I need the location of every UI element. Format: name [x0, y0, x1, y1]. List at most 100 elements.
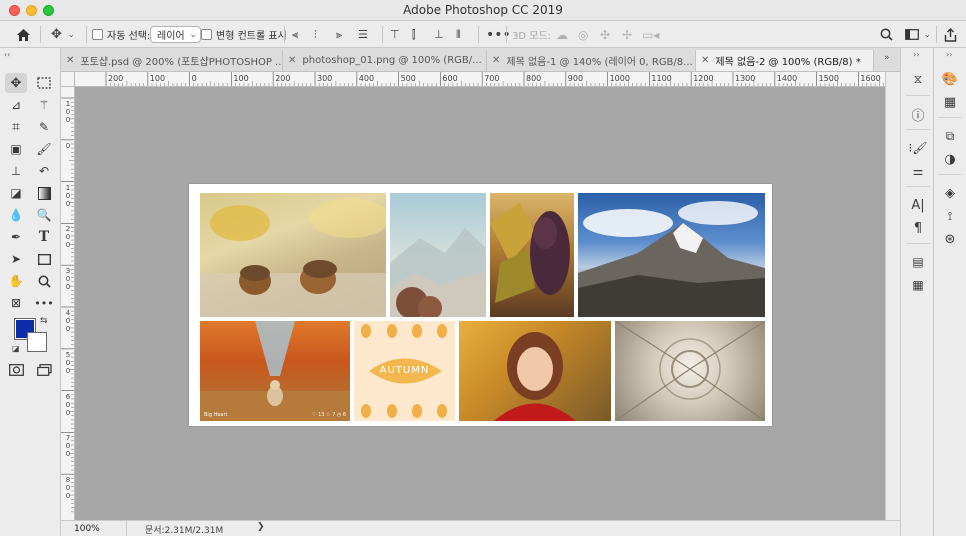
auto-select-target-dropdown[interactable]: 레이어 ⌄: [150, 26, 202, 43]
layers-panel-button[interactable]: ◈: [939, 184, 961, 202]
horizontal-ruler[interactable]: 200 100 0 100 200 300 400 500 600 700 800 900 1000 11…: [75, 72, 885, 87]
3d-orbit-button[interactable]: ☁: [556, 21, 568, 48]
zoom-tool[interactable]: [33, 271, 55, 291]
paths-panel-button[interactable]: ⟟: [939, 207, 961, 225]
notes-panel-button[interactable]: ▦: [907, 276, 929, 294]
home-button[interactable]: [16, 21, 31, 48]
transform-controls-option[interactable]: 변형 컨트롤 표시: [201, 21, 287, 48]
align-center-button[interactable]: ⫶: [314, 21, 317, 48]
auto-select-option[interactable]: 자동 선택:: [92, 21, 150, 48]
auto-select-checkbox[interactable]: [92, 29, 103, 40]
align-left-icon: ⫷: [292, 28, 299, 41]
ceiling-image: [615, 321, 765, 421]
adjustments-button[interactable]: ◑: [939, 150, 961, 168]
type-tool[interactable]: T: [33, 227, 55, 247]
photo-autumn-dog[interactable]: Big Heart ♡ 13 ☆ 7 ◷ 6: [200, 321, 350, 421]
status-menu-arrow[interactable]: ❯: [257, 522, 265, 532]
character-panel-button[interactable]: A|: [907, 196, 929, 214]
adjustments-panel-button[interactable]: ⚌: [907, 162, 929, 180]
distribute-horizontal-button[interactable]: ☰: [358, 21, 368, 48]
history-panel-button[interactable]: ⧖: [907, 70, 929, 88]
swap-colors-icon[interactable]: ⇆: [40, 316, 48, 326]
search-button[interactable]: [880, 21, 893, 48]
document-canvas[interactable]: Big Heart ♡ 13 ☆ 7 ◷ 6 AUTUMN: [189, 184, 772, 426]
magic-wand-tool[interactable]: ⚚: [33, 95, 55, 115]
eyedropper-tool[interactable]: ✎: [33, 117, 55, 137]
align-bottom-icon: ⊥: [434, 28, 444, 41]
photo-portrait[interactable]: [459, 321, 611, 421]
image-watermark: Big Heart: [204, 412, 228, 418]
photo-matterhorn[interactable]: [578, 193, 765, 317]
quick-mask-button[interactable]: [5, 360, 27, 380]
photo-grapes[interactable]: [490, 193, 574, 317]
3d-slide-button[interactable]: ✢: [622, 21, 632, 48]
color-panel-button[interactable]: 🎨: [939, 70, 961, 88]
align-middle-button[interactable]: ⫿: [412, 21, 416, 48]
move-tool[interactable]: ✥: [5, 73, 27, 93]
crop-tool[interactable]: ⌗: [5, 117, 27, 137]
lasso-tool[interactable]: ⊿: [5, 95, 27, 115]
marquee-tool[interactable]: [33, 73, 55, 93]
tile-autumn-graphic[interactable]: AUTUMN: [354, 321, 455, 421]
paths-icon: ⟟: [947, 208, 953, 223]
vertical-scrollbar[interactable]: [885, 72, 900, 520]
close-tab-icon[interactable]: ✕: [288, 55, 296, 66]
transform-controls-checkbox[interactable]: [201, 29, 212, 40]
align-right-button[interactable]: ⫸: [336, 21, 342, 48]
path-selection-tool[interactable]: ➤: [5, 249, 27, 269]
brush-settings-button[interactable]: ⁝🖌: [907, 139, 929, 157]
hand-tool[interactable]: ✋: [5, 271, 27, 291]
3d-roll-button[interactable]: ◎: [578, 21, 588, 48]
align-left-button[interactable]: ⫷: [292, 21, 298, 48]
properties-panel-button[interactable]: ▤: [907, 253, 929, 271]
photo-cathedral-ceiling[interactable]: [615, 321, 765, 421]
move-tool-preset-picker[interactable]: ✥ ⌄: [51, 21, 75, 48]
history-brush-tool[interactable]: ↶: [33, 161, 55, 181]
info-panel-button[interactable]: ⓘ: [907, 105, 929, 124]
tab-document-3[interactable]: ✕ 제목 없음-1 @ 140% (레이어 0, RGB/8...: [487, 50, 696, 71]
vertical-ruler[interactable]: 100 0 100 200 300 400 500 600 700 800: [61, 87, 75, 520]
distribute-vertical-button[interactable]: ⦀: [456, 21, 461, 48]
blur-tool[interactable]: 💧: [5, 205, 27, 225]
3d-drag-button[interactable]: ✣: [600, 21, 610, 48]
paragraph-panel-button[interactable]: ¶: [907, 219, 929, 237]
spot-healing-tool[interactable]: ▣: [5, 139, 27, 159]
share-button[interactable]: [944, 21, 957, 48]
frame-tool[interactable]: ⊠: [5, 293, 27, 313]
collapse-panel-icon[interactable]: ‹‹: [4, 50, 10, 59]
libraries-panel-button[interactable]: ⧉: [939, 127, 961, 145]
close-tab-icon[interactable]: ✕: [701, 55, 709, 66]
swatches-panel-button[interactable]: ▦: [939, 93, 961, 111]
collapse-panel-icon[interactable]: ››: [946, 50, 952, 59]
align-top-button[interactable]: ⊤: [390, 21, 400, 48]
zoom-level-field[interactable]: 100%: [61, 521, 127, 536]
workspace-switcher[interactable]: ⌄: [905, 21, 931, 48]
tab-document-2[interactable]: ✕ photoshop_01.png @ 100% (RGB/...: [283, 50, 487, 71]
rectangle-tool[interactable]: [33, 249, 55, 269]
align-bottom-button[interactable]: ⊥: [434, 21, 444, 48]
eraser-tool[interactable]: ◪: [5, 183, 27, 203]
clone-stamp-tool[interactable]: ⊥: [5, 161, 27, 181]
collapse-panel-icon[interactable]: ››: [913, 50, 919, 59]
close-tab-icon[interactable]: ✕: [66, 55, 74, 66]
align-right-icon: ⫸: [336, 28, 343, 41]
3d-scale-button[interactable]: ▭◂: [642, 21, 659, 48]
background-color-swatch[interactable]: [27, 332, 47, 352]
photo-acorns[interactable]: [200, 193, 386, 317]
more-tabs-icon[interactable]: »: [884, 53, 890, 63]
default-colors-icon[interactable]: ◪: [12, 344, 20, 353]
tab-document-1[interactable]: ✕ 포토샵.psd @ 200% (포토샵PHOTOSHOP ...: [61, 50, 283, 71]
screen-mode-button[interactable]: [33, 360, 55, 380]
dodge-tool[interactable]: 🔍: [33, 205, 55, 225]
ruler-label: 0: [191, 74, 197, 83]
close-tab-icon[interactable]: ✕: [492, 55, 500, 66]
more-options-button[interactable]: •••: [486, 21, 511, 48]
photo-misty-mountains[interactable]: [390, 193, 486, 317]
tab-document-4-active[interactable]: ✕ 제목 없음-2 @ 100% (RGB/8) *: [696, 50, 874, 71]
brush-tool[interactable]: 🖌: [33, 139, 55, 159]
gradient-tool[interactable]: [33, 183, 55, 203]
channels-panel-button[interactable]: ⊛: [939, 230, 961, 248]
pen-tool[interactable]: ✒: [5, 227, 27, 247]
ruler-origin[interactable]: [61, 72, 75, 87]
edit-toolbar-button[interactable]: •••: [33, 293, 55, 313]
